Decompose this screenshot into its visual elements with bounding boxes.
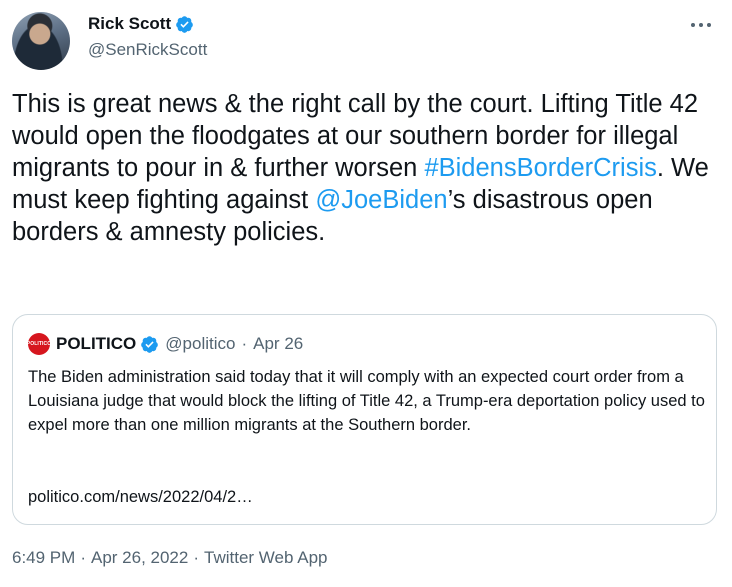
author-name-row: Rick Scott xyxy=(88,12,194,36)
quoted-tweet-card[interactable]: POLITICO POLITICO @politico · Apr 26 The… xyxy=(12,314,717,525)
quoted-tweet-header: POLITICO POLITICO @politico · Apr 26 xyxy=(27,333,304,355)
tweet-metadata: 6:49 PM · Apr 26, 2022 · Twitter Web App xyxy=(12,548,327,568)
more-options-icon[interactable] xyxy=(686,14,716,36)
quoted-tweet-link[interactable]: politico.com/news/2022/04/2… xyxy=(28,488,253,507)
verified-badge-icon xyxy=(176,15,193,33)
tweet-text: This is great news & the right call by t… xyxy=(12,88,712,248)
quoted-author-name: POLITICO xyxy=(56,334,137,353)
quoted-author-handle: @politico xyxy=(165,334,236,353)
author-display-name[interactable]: Rick Scott xyxy=(88,14,171,34)
tweet-date[interactable]: Apr 26, 2022 xyxy=(91,548,188,568)
author-avatar[interactable] xyxy=(12,12,70,70)
quoted-tweet-text: The Biden administration said today that… xyxy=(28,368,705,434)
verified-badge-icon xyxy=(141,335,159,353)
politico-avatar: POLITICO xyxy=(27,333,51,355)
separator-dot: · xyxy=(193,548,200,567)
separator-dot: · xyxy=(241,334,248,353)
tweet-time[interactable]: 6:49 PM xyxy=(12,548,75,568)
mention-link[interactable]: @JoeBiden xyxy=(315,186,447,214)
separator-dot: · xyxy=(80,548,86,567)
author-handle[interactable]: @SenRickScott xyxy=(88,40,207,60)
hashtag-link[interactable]: #BidensBorderCrisis xyxy=(424,154,656,182)
quoted-tweet-date: Apr 26 xyxy=(253,334,304,353)
tweet-source[interactable]: Twitter Web App xyxy=(204,548,327,568)
